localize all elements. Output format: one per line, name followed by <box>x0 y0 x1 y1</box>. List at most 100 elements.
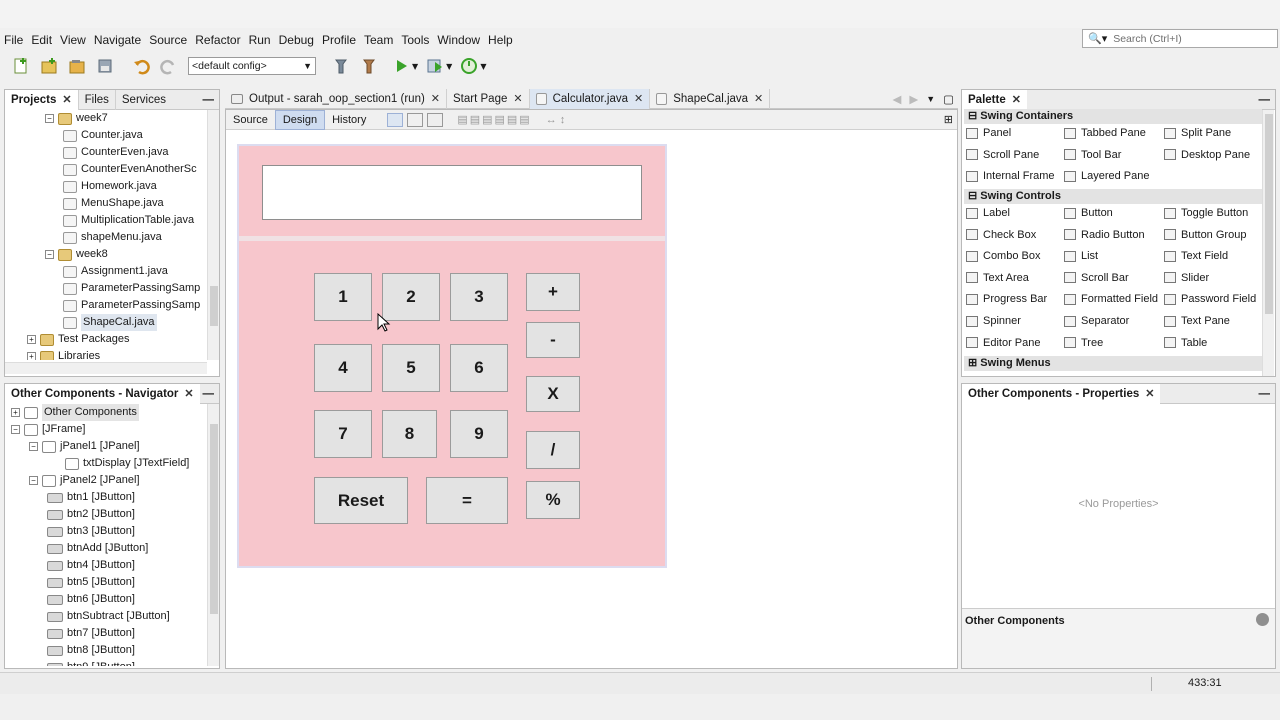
btn8-button[interactable]: 8 <box>382 410 437 458</box>
config-select[interactable]: <default config> ▼ <box>188 57 316 75</box>
palette-item[interactable]: Password Field <box>1164 293 1256 305</box>
navigator-tree-item[interactable]: + Other Components <box>11 404 139 421</box>
debug-dropdown-icon[interactable]: ▼ <box>446 62 452 71</box>
collapse-icon[interactable]: − <box>45 114 54 123</box>
project-tree-item[interactable]: Counter.java <box>63 127 143 144</box>
selection-mode-icon[interactable] <box>387 112 404 127</box>
source-mode-button[interactable]: Source <box>226 114 275 126</box>
btn3-button[interactable]: 3 <box>450 273 508 321</box>
connection-mode-icon[interactable] <box>407 112 424 127</box>
expand-icon[interactable]: + <box>27 335 36 344</box>
project-tree-item[interactable]: MultiplicationTable.java <box>63 212 194 229</box>
close-icon[interactable]: ✕ <box>1012 90 1021 110</box>
btn-divide-button[interactable]: / <box>526 431 580 469</box>
tab-list-icon[interactable]: ▼ <box>926 94 935 104</box>
palette-item[interactable]: Tool Bar <box>1064 149 1121 161</box>
collapse-icon[interactable]: − <box>45 250 54 259</box>
close-icon[interactable]: ✕ <box>62 90 71 110</box>
collapse-icon[interactable]: − <box>11 425 20 434</box>
tab-output[interactable]: Output - sarah_oop_section1 (run) ✕ <box>225 88 448 109</box>
palette-category-containers[interactable]: ⊟ Swing Containers <box>964 109 1262 124</box>
close-icon[interactable]: ✕ <box>634 89 643 109</box>
navigator-tree-item[interactable]: btn2 [JButton] <box>47 506 135 523</box>
navigator-tree-item[interactable]: − jPanel2 [JPanel] <box>29 472 140 489</box>
btn7-button[interactable]: 7 <box>314 410 372 458</box>
close-icon[interactable]: ✕ <box>184 384 193 404</box>
tab-shapecal[interactable]: ShapeCal.java ✕ <box>650 88 771 109</box>
debug-icon[interactable] <box>424 55 446 77</box>
build-icon[interactable] <box>330 55 352 77</box>
palette-item[interactable]: Formatted Field <box>1064 293 1158 305</box>
collapse-icon[interactable]: − <box>29 442 38 451</box>
navigator-tree-item[interactable]: btnSubtract [JButton] <box>47 608 170 625</box>
menu-run[interactable]: Run <box>245 31 275 49</box>
palette-item[interactable]: Button Group <box>1164 229 1246 241</box>
expand-icon[interactable]: ⊞ <box>944 113 953 126</box>
palette-item[interactable]: Tabbed Pane <box>1064 127 1146 139</box>
palette-item[interactable]: Text Field <box>1164 250 1228 262</box>
palette-scrollbar[interactable] <box>1262 110 1274 376</box>
expand-icon[interactable]: + <box>27 352 36 360</box>
projects-scrollbar[interactable] <box>207 110 219 360</box>
design-mode-button[interactable]: Design <box>274 109 326 130</box>
menu-help[interactable]: Help <box>484 31 517 49</box>
palette-item[interactable]: Label <box>966 207 1010 219</box>
menu-window[interactable]: Window <box>433 31 484 49</box>
txt-display[interactable] <box>262 165 642 220</box>
palette-item[interactable]: Panel <box>966 127 1011 139</box>
menu-tools[interactable]: Tools <box>397 31 433 49</box>
search-input[interactable]: Search (Ctrl+I) <box>1113 33 1182 45</box>
project-tree-item[interactable]: ParameterPassingSamp <box>63 297 200 314</box>
help-icon[interactable] <box>1256 613 1269 626</box>
navigator-tree-item[interactable]: − jPanel1 [JPanel] <box>29 438 140 455</box>
palette-item[interactable]: Combo Box <box>966 250 1040 262</box>
preview-design-icon[interactable] <box>427 112 444 127</box>
menu-navigate[interactable]: Navigate <box>90 31 145 49</box>
menu-file[interactable]: File <box>0 31 27 49</box>
navigator-tree-item[interactable]: btn5 [JButton] <box>47 574 135 591</box>
project-tree-item[interactable]: − week7 <box>45 110 108 127</box>
navigator-tree-item[interactable]: btn9 [JButton] <box>47 659 135 666</box>
palette-category-menus[interactable]: ⊞ Swing Menus <box>964 356 1262 371</box>
navigator-tree-item[interactable]: btnAdd [JButton] <box>47 540 148 557</box>
btn-multiply-button[interactable]: X <box>526 376 580 412</box>
btn6-button[interactable]: 6 <box>450 344 508 392</box>
navigator-tree-item[interactable]: btn1 [JButton] <box>47 489 135 506</box>
project-tree-item[interactable]: Homework.java <box>63 178 157 195</box>
close-icon[interactable]: ✕ <box>513 89 522 109</box>
save-all-icon[interactable] <box>94 55 116 77</box>
minimize-icon[interactable]: — <box>203 388 215 400</box>
palette-item[interactable]: Split Pane <box>1164 127 1231 139</box>
palette-item[interactable]: List <box>1064 250 1098 262</box>
btn5-button[interactable]: 5 <box>382 344 440 392</box>
palette-item[interactable]: Text Area <box>966 272 1029 284</box>
btn1-button[interactable]: 1 <box>314 273 372 321</box>
project-tree-item[interactable]: CounterEvenAnotherSc <box>63 161 197 178</box>
palette-category-controls[interactable]: ⊟ Swing Controls <box>964 189 1262 204</box>
palette-item[interactable]: Layered Pane <box>1064 170 1150 182</box>
minimize-icon[interactable]: — <box>203 94 215 106</box>
menu-refactor[interactable]: Refactor <box>191 31 244 49</box>
btn4-button[interactable]: 4 <box>314 344 372 392</box>
project-tree-item[interactable]: Assignment1.java <box>63 263 168 280</box>
menu-view[interactable]: View <box>56 31 90 49</box>
project-tree-item[interactable]: CounterEven.java <box>63 144 168 161</box>
navigator-tree-item[interactable]: btn7 [JButton] <box>47 625 135 642</box>
palette-item[interactable]: Table <box>1164 337 1207 349</box>
navigator-scrollbar[interactable] <box>207 404 219 666</box>
scroll-right-icon[interactable]: ▶ <box>909 92 918 106</box>
menu-team[interactable]: Team <box>360 31 397 49</box>
history-mode-button[interactable]: History <box>325 114 373 126</box>
palette-item[interactable]: Desktop Pane <box>1164 149 1250 161</box>
palette-item[interactable]: Scroll Bar <box>1064 272 1129 284</box>
navigator-tree-item[interactable]: − [JFrame] <box>11 421 85 438</box>
palette-item[interactable]: Scroll Pane <box>966 149 1039 161</box>
search-box[interactable]: 🔍▾ Search (Ctrl+I) <box>1082 29 1278 48</box>
resize-icon[interactable]: ↔ ↕ <box>546 114 566 126</box>
tab-services[interactable]: Services <box>116 90 172 110</box>
menu-debug[interactable]: Debug <box>275 31 318 49</box>
undo-icon[interactable] <box>130 55 152 77</box>
minimize-icon[interactable]: — <box>1259 388 1271 400</box>
align-left-icon[interactable]: ▤▤▤▤▤▤ <box>457 113 531 126</box>
project-tree-item[interactable]: + Test Packages <box>27 331 130 348</box>
